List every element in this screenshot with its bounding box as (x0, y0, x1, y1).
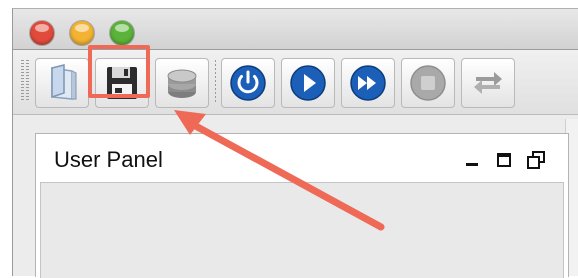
annotation-arrow (174, 110, 385, 231)
